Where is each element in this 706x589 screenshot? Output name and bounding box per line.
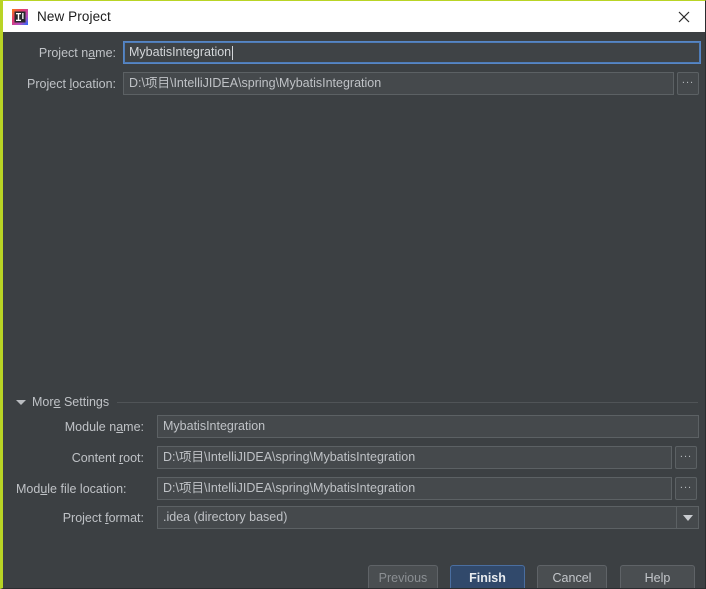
project-name-input[interactable]: MybatisIntegration [123, 41, 701, 64]
chevron-down-icon[interactable] [676, 507, 698, 528]
previous-button[interactable]: Previous [368, 565, 438, 588]
module-name-label: Module name: [64, 419, 144, 434]
title-bar: New Project [3, 1, 705, 32]
content-root-input[interactable]: D:\项目\IntelliJIDEA\spring\MybatisIntegra… [157, 446, 672, 469]
project-format-label: Project format: [62, 510, 144, 525]
project-location-browse-button[interactable]: ... [677, 72, 699, 95]
module-file-location-label: Module file location: [16, 481, 127, 496]
project-name-label: Project name: [38, 45, 116, 60]
content-root-label: Content root: [71, 450, 144, 465]
more-settings-label: More Settings [32, 395, 110, 409]
new-project-dialog: New Project Project name: MybatisIntegra… [0, 0, 706, 589]
intellij-idea-icon [12, 8, 28, 25]
project-location-label: Project location: [27, 76, 116, 91]
project-location-row: Project location: D:\项目\IntelliJIDEA\spr… [16, 72, 702, 95]
help-button[interactable]: Help [620, 565, 695, 588]
project-format-combobox[interactable]: .idea (directory based) [157, 506, 699, 529]
cancel-button[interactable]: Cancel [537, 565, 607, 588]
project-format-row: Project format: .idea (directory based) [16, 506, 702, 529]
content-root-browse-button[interactable]: ... [675, 446, 697, 469]
project-format-value: .idea (directory based) [163, 510, 288, 524]
content-root-row: Content root: D:\项目\IntelliJIDEA\spring\… [16, 446, 702, 469]
triangle-down-icon [16, 399, 26, 405]
project-location-input[interactable]: D:\项目\IntelliJIDEA\spring\MybatisIntegra… [123, 72, 674, 95]
window-title: New Project [37, 9, 111, 24]
close-icon[interactable] [661, 1, 705, 32]
module-name-row: Module name: MybatisIntegration [16, 415, 702, 438]
separator-line [117, 401, 698, 403]
module-file-location-row: Module file location: D:\项目\IntelliJIDEA… [16, 477, 702, 500]
module-file-location-input[interactable]: D:\项目\IntelliJIDEA\spring\MybatisIntegra… [157, 477, 672, 500]
button-bar: Previous Finish Cancel Help [3, 551, 705, 588]
text-caret [232, 45, 234, 60]
more-settings-toggle[interactable]: More Settings [16, 394, 702, 410]
module-name-input[interactable]: MybatisIntegration [157, 415, 699, 438]
project-name-row: Project name: MybatisIntegration [16, 41, 702, 64]
finish-button[interactable]: Finish [450, 565, 525, 588]
module-file-location-browse-button[interactable]: ... [675, 477, 697, 500]
dialog-content: Project name: MybatisIntegration Project… [3, 32, 705, 588]
